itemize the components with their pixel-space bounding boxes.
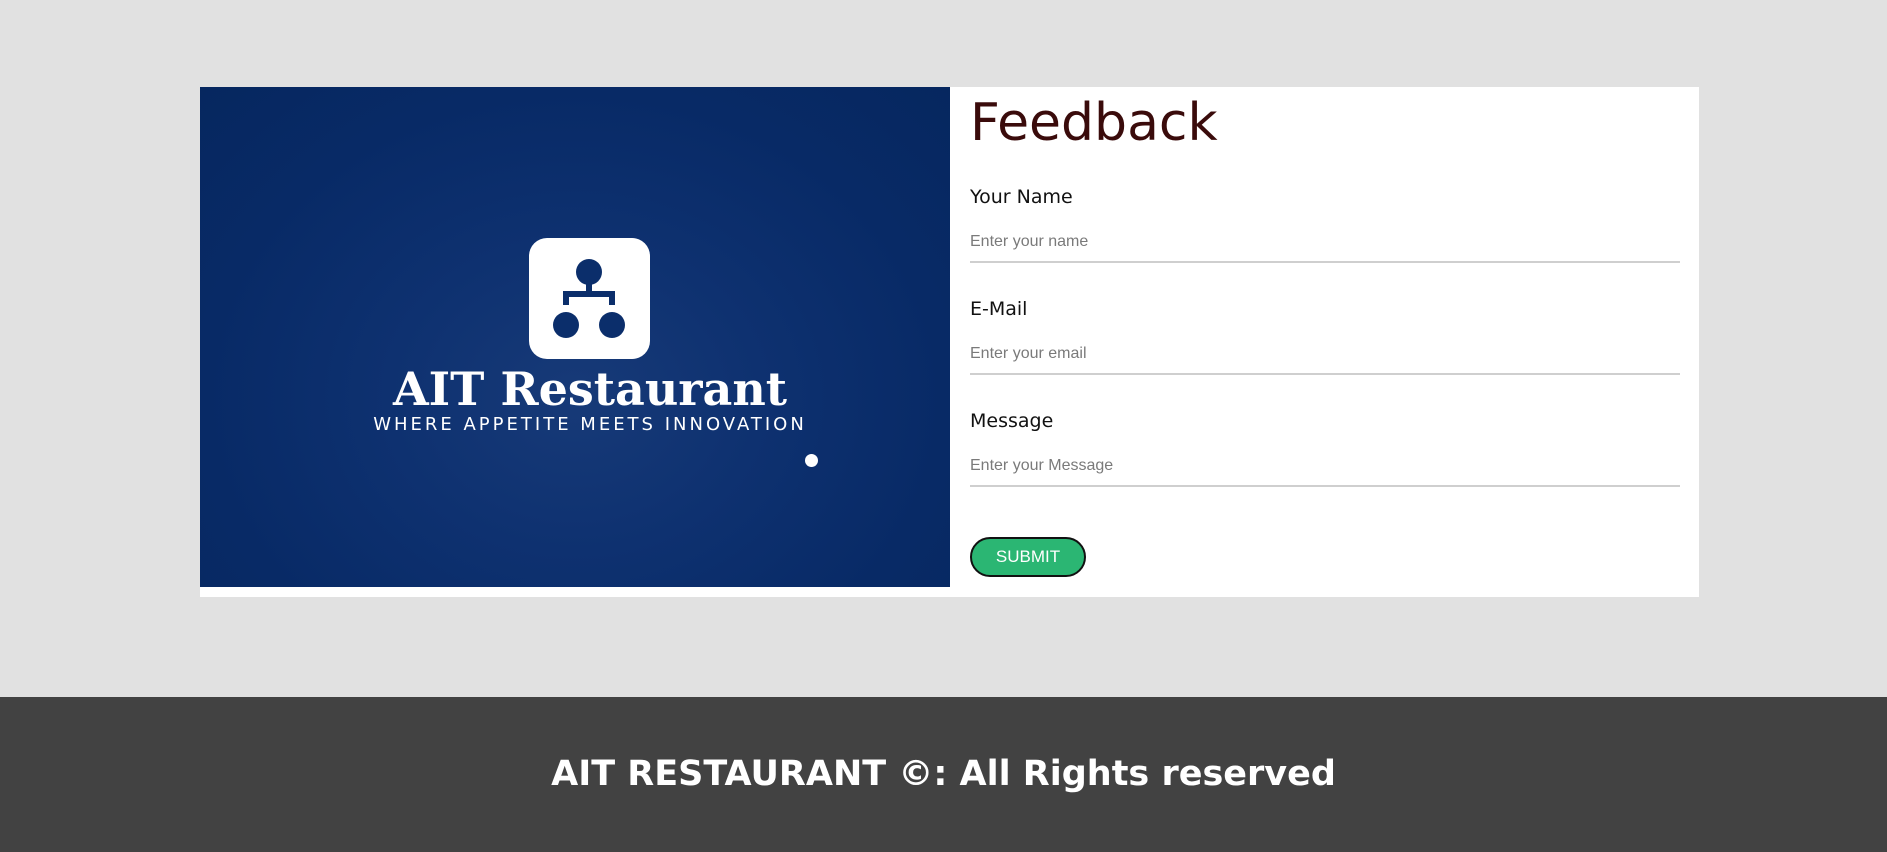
brand-banner: AIT Restaurant WHERE APPETITE MEETS INNO… — [200, 87, 950, 587]
message-label: Message — [970, 410, 1054, 432]
feedback-form: Feedback Your Name E-Mail Message SUBMIT — [970, 87, 1680, 597]
brand-name: AIT Restaurant — [392, 362, 788, 416]
name-label: Your Name — [970, 186, 1073, 208]
message-input[interactable] — [970, 447, 1680, 487]
name-field-group: Your Name — [970, 185, 1680, 263]
submit-button[interactable]: SUBMIT — [970, 537, 1086, 577]
email-label: E-Mail — [970, 298, 1028, 320]
brand-tagline: WHERE APPETITE MEETS INNOVATION — [373, 414, 807, 435]
feedback-card: AIT Restaurant WHERE APPETITE MEETS INNO… — [200, 87, 1699, 597]
footer: AIT RESTAURANT ©: All Rights reserved — [0, 697, 1887, 852]
carousel-dot[interactable] — [805, 454, 818, 467]
email-input[interactable] — [970, 335, 1680, 375]
hierarchy-icon — [553, 259, 625, 338]
name-input[interactable] — [970, 223, 1680, 263]
footer-copyright: AIT RESTAURANT ©: All Rights reserved — [551, 754, 1336, 794]
message-field-group: Message — [970, 409, 1680, 487]
form-title: Feedback — [970, 93, 1218, 153]
email-field-group: E-Mail — [970, 297, 1680, 375]
brand-logo — [529, 238, 650, 359]
